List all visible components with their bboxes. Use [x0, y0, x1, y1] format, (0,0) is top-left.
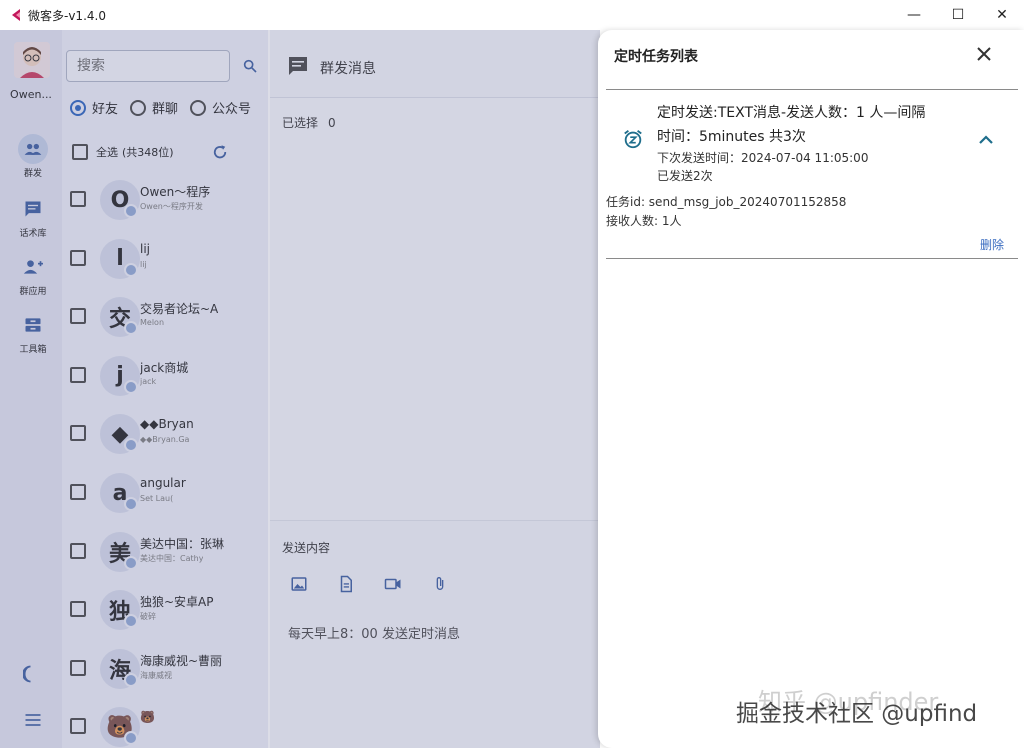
window-controls: — ☐ ✕: [892, 0, 1024, 30]
task-card: 定时发送:TEXT消息-发送人数：1 人—间隔 时间：5minutes 共3次 …: [606, 89, 1018, 259]
close-icon[interactable]: [972, 42, 996, 66]
task-id: 任务id: send_msg_job_20240701152858: [606, 195, 847, 209]
watermark: 掘金技术社区 @upfind: [736, 701, 978, 727]
app-body: Owen... 群发 话术库 群应用 工具箱 搜索 好友 群聊 公众号 全选 (…: [0, 30, 1024, 748]
modal-scrim[interactable]: [0, 30, 600, 748]
minimize-button[interactable]: —: [892, 0, 936, 30]
task-receivers: 接收人数: 1人: [606, 214, 682, 228]
app-logo-icon: [12, 9, 20, 21]
scheduled-task-drawer: 定时任务列表 定时发送:TEXT消息-发送人数：1 人—间隔 时间：5minut…: [598, 30, 1024, 748]
task-summary: 定时发送:TEXT消息-发送人数：1 人—间隔: [657, 105, 926, 121]
chevron-up-icon[interactable]: [976, 130, 996, 150]
delete-task-button[interactable]: 删除: [980, 236, 1004, 253]
task-interval: 时间：5minutes 共3次: [657, 129, 806, 145]
task-sent-count: 已发送2次: [657, 169, 713, 183]
close-window-button[interactable]: ✕: [980, 0, 1024, 30]
window-title: 微客多-v1.4.0: [28, 8, 106, 23]
title-bar: 微客多-v1.4.0 — ☐ ✕: [0, 0, 1024, 30]
maximize-button[interactable]: ☐: [936, 0, 980, 30]
drawer-title: 定时任务列表: [614, 49, 698, 65]
task-next-send-time: 下次发送时间：2024-07-04 11:05:00: [657, 151, 869, 165]
alarm-clock-icon: [624, 130, 642, 149]
